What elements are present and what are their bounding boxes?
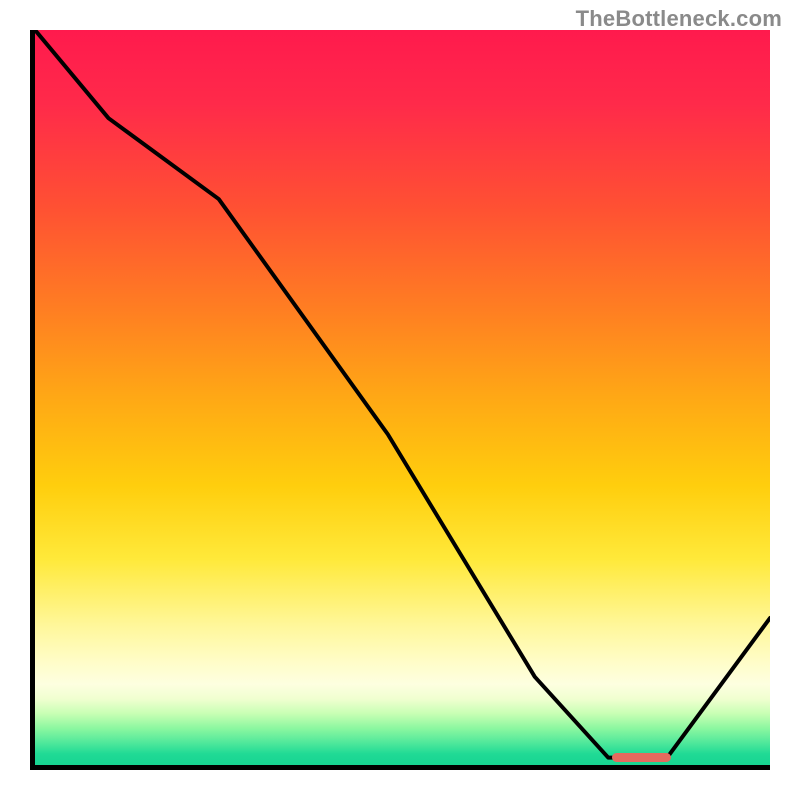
plot-area xyxy=(30,30,770,770)
chart-frame: TheBottleneck.com xyxy=(0,0,800,800)
bottleneck-curve xyxy=(35,30,770,758)
line-chart-svg xyxy=(35,30,770,765)
watermark-text: TheBottleneck.com xyxy=(576,6,782,32)
optimal-range-marker xyxy=(612,753,671,762)
